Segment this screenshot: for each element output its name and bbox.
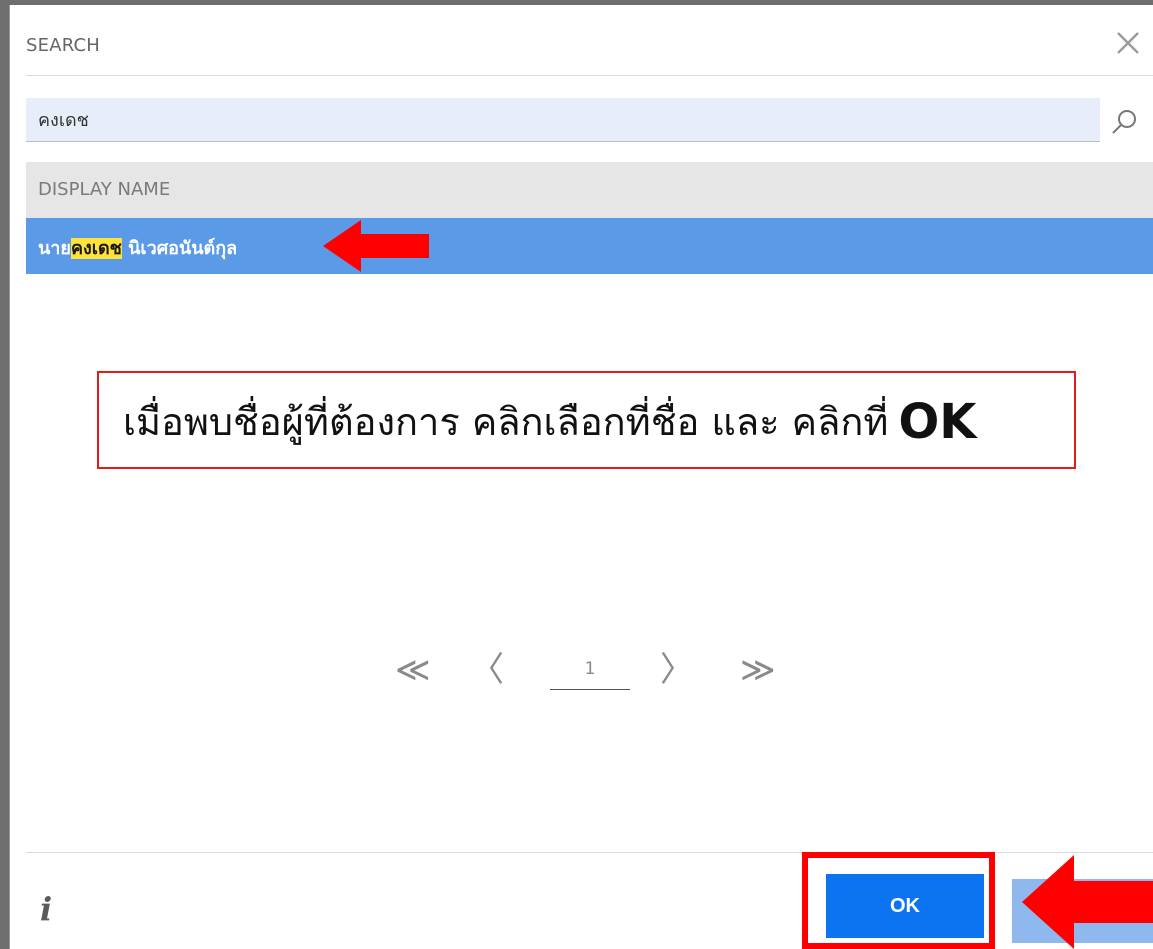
dialog-title: SEARCH — [26, 35, 101, 56]
result-name-suffix: นิเวศอนันต์กุล — [121, 238, 238, 259]
search-icon[interactable] — [1104, 103, 1144, 143]
column-header-label: DISPLAY NAME — [38, 179, 171, 200]
ok-button[interactable]: OK — [826, 874, 984, 938]
column-header-display-name[interactable]: DISPLAY NAME — [26, 162, 1153, 218]
annotation-arrow-left-icon — [1022, 855, 1153, 949]
instruction-callout: เมื่อพบชื่อผู้ที่ต้องการ คลิกเลือกที่ชื่… — [97, 371, 1076, 469]
annotation-arrow-left-icon — [323, 220, 429, 272]
result-name-prefix: นาย — [38, 238, 71, 259]
instruction-ok-text: OK — [898, 394, 977, 450]
result-row-selected[interactable]: นายคงเดช นิเวศอนันต์กุล — [26, 218, 1153, 274]
search-field[interactable] — [26, 98, 1100, 142]
instruction-text: เมื่อพบชื่อผู้ที่ต้องการ คลิกเลือกที่ชื่… — [123, 391, 976, 452]
info-icon[interactable]: i — [40, 890, 52, 928]
search-dialog: SEARCH DISPLAY NAME นายคงเดช นิเวศอนันต์… — [9, 5, 1153, 949]
current-page-number[interactable]: 1 — [550, 659, 630, 690]
instruction-main-text: เมื่อพบชื่อผู้ที่ต้องการ คลิกเลือกที่ชื่… — [123, 400, 889, 444]
next-page-icon[interactable]: 〉 — [660, 650, 694, 690]
previous-page-icon[interactable]: 〈 — [470, 650, 504, 690]
title-divider — [26, 75, 1153, 76]
result-display-name: นายคงเดช นิเวศอนันต์กุล — [38, 233, 237, 262]
close-icon[interactable] — [1110, 25, 1146, 61]
result-name-match-highlight: คงเดช — [70, 238, 122, 259]
first-page-icon[interactable]: ≪ — [395, 650, 431, 690]
search-input[interactable] — [26, 98, 1100, 141]
last-page-icon[interactable]: ≫ — [740, 650, 776, 690]
